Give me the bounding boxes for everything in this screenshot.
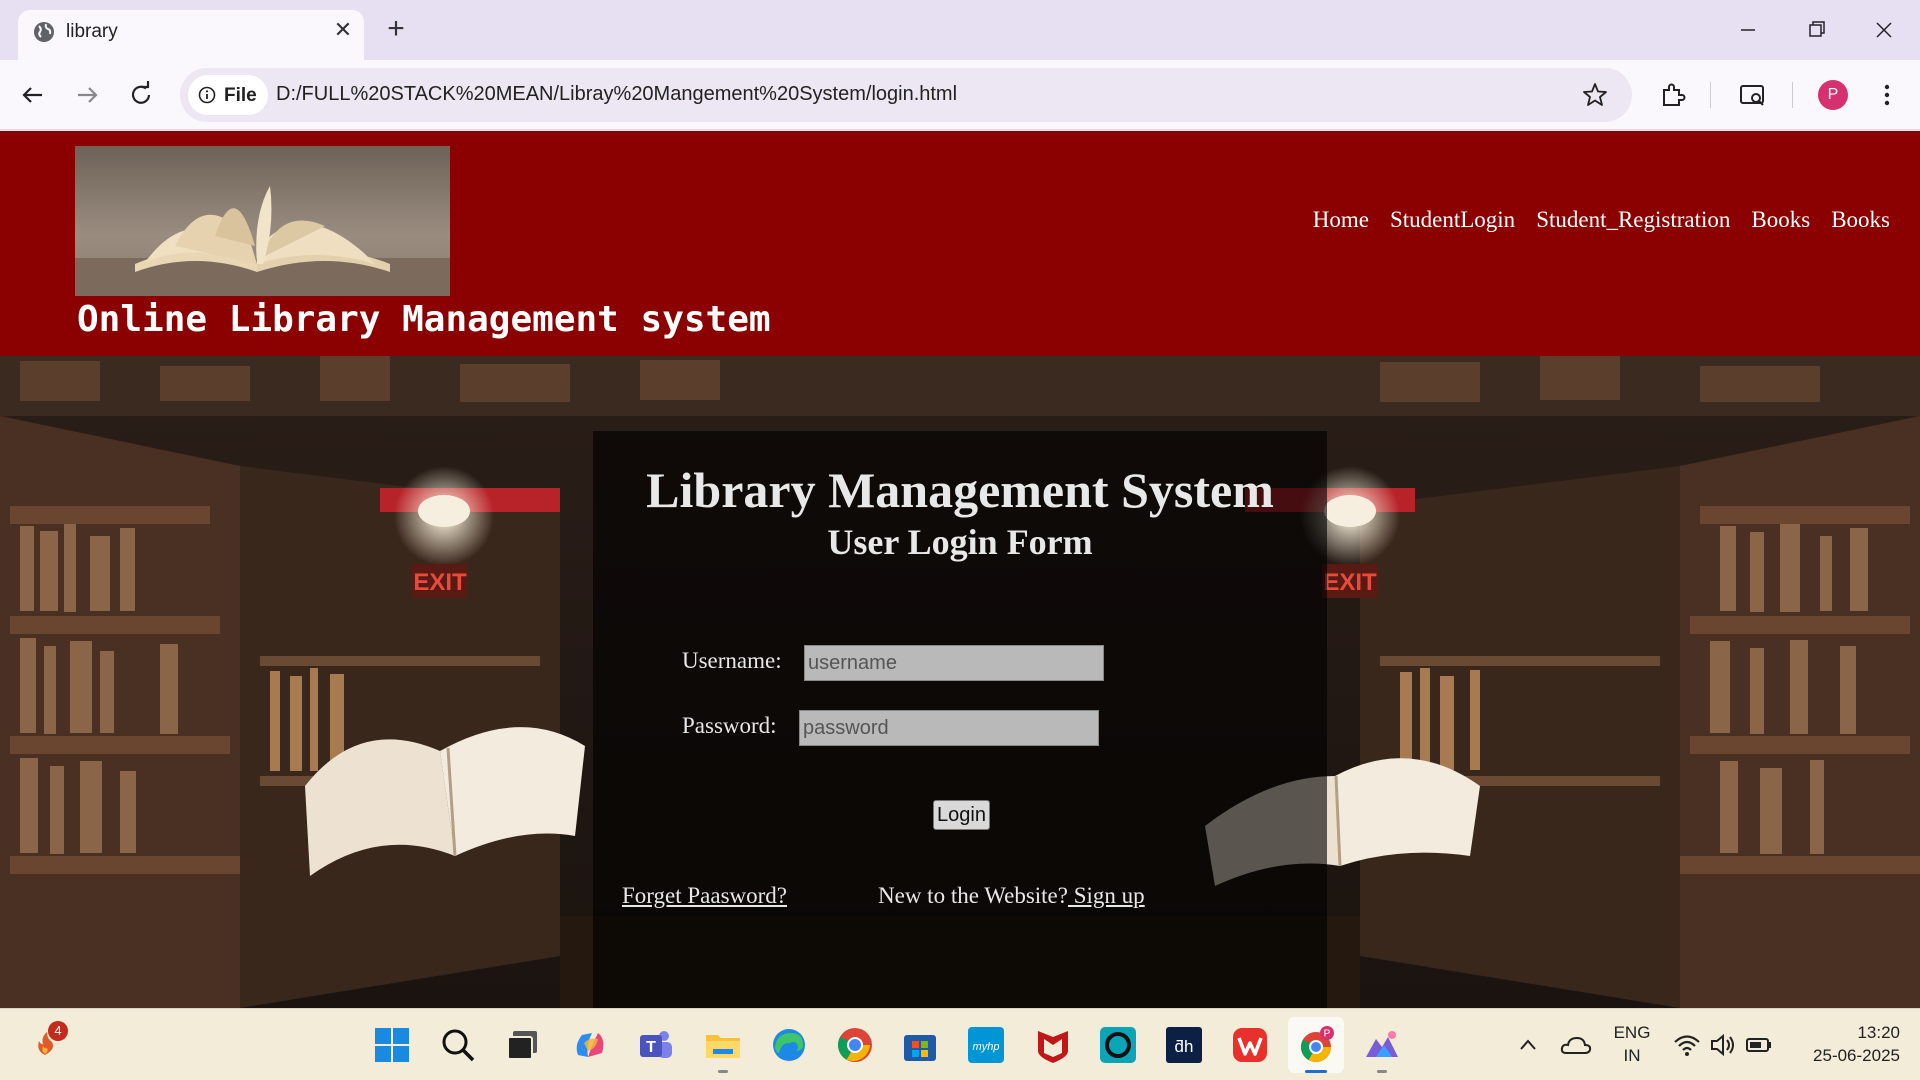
myhp-icon[interactable]: myhp	[966, 1025, 1006, 1065]
copilot-icon[interactable]	[570, 1025, 610, 1065]
open-book-logo-image	[75, 146, 450, 296]
mcafee-icon[interactable]	[1033, 1025, 1073, 1065]
browser-toolbar: File D:/FULL%20STACK%20MEAN/Libray%20Man…	[0, 60, 1920, 130]
login-subheading: User Login Form	[827, 522, 1093, 562]
password-label: Password:	[682, 713, 777, 738]
clock-date[interactable]: 25-06-2025	[1790, 1046, 1900, 1066]
svg-text:myhp: myhp	[973, 1041, 1000, 1053]
nav-link-books[interactable]: Books	[1751, 207, 1810, 233]
globe-icon	[34, 22, 54, 42]
svg-text:EXIT: EXIT	[1323, 569, 1377, 596]
onedrive-cloud-icon[interactable]	[1558, 1025, 1594, 1065]
nav-link-student-registration[interactable]: Student_Registration	[1536, 207, 1730, 233]
reload-icon[interactable]	[124, 78, 158, 112]
chevron-up-icon[interactable]	[1515, 1025, 1541, 1065]
teams-icon[interactable]: T	[636, 1025, 676, 1065]
wps-office-icon[interactable]	[1230, 1025, 1270, 1065]
svg-text:EXIT: EXIT	[413, 569, 467, 596]
active-indicator	[1305, 1070, 1327, 1073]
windows-start-icon[interactable]	[372, 1025, 412, 1065]
toolbar-separator	[1710, 82, 1711, 108]
login-button[interactable]: Login	[933, 800, 990, 830]
new-tab-button[interactable]: +	[380, 14, 412, 46]
restore-icon[interactable]	[1796, 12, 1836, 48]
tab-search-icon[interactable]	[1736, 78, 1770, 112]
password-input[interactable]	[799, 710, 1099, 746]
file-explorer-icon[interactable]	[703, 1025, 743, 1065]
info-icon	[198, 86, 216, 104]
new-user-text: New to the Website?	[878, 883, 1068, 908]
site-nav: Home StudentLogin Student_Registration B…	[1313, 207, 1890, 233]
nav-link-home[interactable]: Home	[1313, 207, 1369, 233]
url-text[interactable]: D:/FULL%20STACK%20MEAN/Libray%20Mangemen…	[276, 83, 957, 106]
tab-close-icon[interactable]: ✕	[330, 17, 356, 43]
extensions-icon[interactable]	[1656, 78, 1690, 112]
running-indicator	[718, 1070, 728, 1073]
bookmark-star-icon[interactable]	[1580, 80, 1610, 110]
login-form-panel: Library Management System User Login For…	[593, 431, 1327, 1008]
windows-taskbar: 4 T myhp ƌh P ENG IN 13:20 25-06-2025	[0, 1008, 1920, 1080]
nav-link-books-2[interactable]: Books	[1831, 207, 1890, 233]
tab-strip: library ✕ +	[0, 0, 1920, 60]
clock-time[interactable]: 13:20	[1790, 1023, 1900, 1043]
forgot-password-link[interactable]: Forget Paasword?	[622, 883, 787, 909]
close-window-icon[interactable]	[1864, 12, 1904, 48]
site-header: Online Library Management system Home St…	[0, 131, 1920, 356]
forward-arrow-icon[interactable]	[70, 78, 104, 112]
edge-icon[interactable]	[769, 1025, 809, 1065]
search-icon[interactable]	[438, 1025, 478, 1065]
microsoft-store-icon[interactable]	[900, 1025, 940, 1065]
wifi-icon[interactable]	[1672, 1025, 1702, 1065]
language-indicator-bottom[interactable]: IN	[1606, 1046, 1658, 1066]
chrome-profile-icon[interactable]: P	[1296, 1025, 1336, 1065]
profile-avatar[interactable]: P	[1818, 80, 1848, 110]
language-indicator-top[interactable]: ENG	[1606, 1023, 1658, 1043]
toolbar-separator	[1792, 82, 1793, 108]
signup-link[interactable]: Sign up	[1068, 883, 1145, 908]
svg-text:P: P	[1324, 1029, 1331, 1040]
photos-icon[interactable]	[1362, 1025, 1402, 1065]
task-view-icon[interactable]	[503, 1025, 543, 1065]
minimize-icon[interactable]	[1728, 12, 1768, 48]
more-menu-icon[interactable]	[1870, 78, 1904, 112]
weather-badge: 4	[48, 1021, 68, 1041]
address-bar[interactable]: File D:/FULL%20STACK%20MEAN/Libray%20Man…	[180, 68, 1632, 122]
nav-link-student-login[interactable]: StudentLogin	[1390, 207, 1515, 233]
tab-title: library	[66, 21, 118, 42]
svg-text:ƌh: ƌh	[1175, 1037, 1194, 1056]
signup-prompt: New to the Website? Sign up	[878, 883, 1145, 909]
site-info-chip[interactable]: File	[188, 75, 268, 115]
dh-app-icon[interactable]: ƌh	[1164, 1025, 1204, 1065]
chrome-icon[interactable]	[835, 1025, 875, 1065]
web-page: Online Library Management system Home St…	[0, 131, 1920, 1008]
login-heading: Library Management System	[646, 462, 1274, 518]
svg-text:T: T	[646, 1039, 656, 1056]
file-chip-label: File	[224, 85, 257, 106]
alexa-icon[interactable]	[1098, 1025, 1138, 1065]
site-title: Online Library Management system	[77, 299, 771, 340]
running-indicator	[1377, 1070, 1387, 1073]
back-arrow-icon[interactable]	[16, 78, 50, 112]
username-label: Username:	[682, 648, 782, 673]
volume-icon[interactable]	[1708, 1025, 1738, 1065]
battery-icon[interactable]	[1744, 1025, 1774, 1065]
username-input[interactable]	[804, 645, 1104, 681]
browser-tab[interactable]: library ✕	[18, 10, 364, 60]
